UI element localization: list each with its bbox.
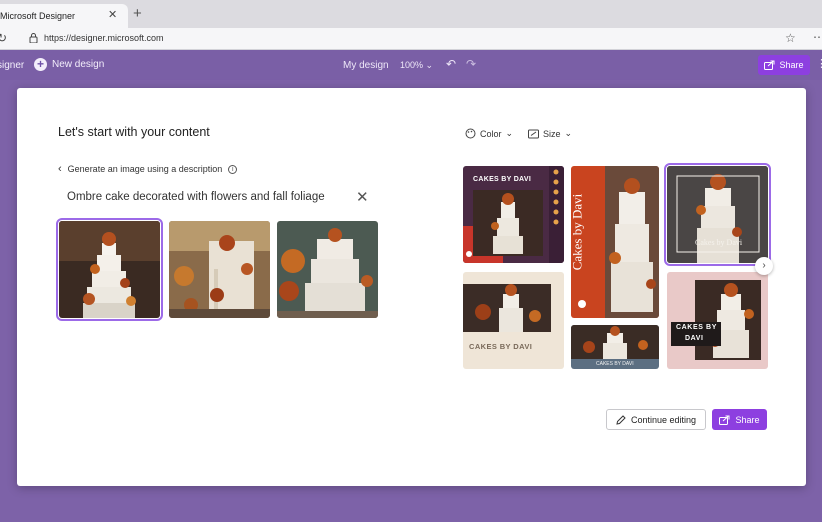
size-icon — [528, 129, 539, 138]
design-card-4-text: CAKES BY DAVI — [469, 342, 533, 351]
share-button[interactable]: Share — [712, 409, 767, 430]
new-tab-button[interactable]: + — [133, 6, 142, 22]
design-card-4[interactable]: CAKES BY DAVI — [463, 272, 564, 369]
pencil-icon — [616, 414, 626, 425]
color-filter[interactable]: Color ⌄ — [465, 128, 513, 139]
lock-icon — [29, 33, 38, 43]
url-field[interactable]: https://designer.microsoft.com — [44, 33, 164, 43]
dialog-title: Let's start with your content — [58, 125, 210, 139]
next-designs-button[interactable]: › — [755, 257, 773, 275]
design-card-6[interactable]: CAKES BY DAVI — [667, 272, 768, 369]
palette-icon — [465, 128, 476, 139]
document-name[interactable]: My design — [343, 60, 389, 71]
header-share-label: Share — [779, 60, 804, 70]
design-card-5[interactable]: CAKES BY DAVI — [571, 325, 659, 369]
chevron-down-icon: ⌄ — [505, 128, 514, 138]
header-share-button[interactable]: Share — [758, 55, 810, 75]
design-card-2-text: Cakes by Davi — [571, 193, 585, 271]
close-tab-icon[interactable]: ✕ — [108, 8, 117, 21]
size-filter-label: Size — [543, 128, 561, 139]
design-card-3[interactable]: Cakes by Davi — [664, 163, 771, 266]
plus-icon: + — [34, 58, 47, 71]
generated-image-1[interactable] — [56, 218, 163, 321]
size-filter[interactable]: Size ⌄ — [528, 128, 572, 139]
zoom-value: 100% — [400, 60, 424, 70]
browser-menu-icon[interactable]: ⋯ — [813, 30, 822, 44]
continue-editing-button[interactable]: Continue editing — [606, 409, 706, 430]
new-design-button[interactable]: + New design — [34, 58, 104, 71]
clear-prompt-icon[interactable]: ✕ — [356, 188, 369, 206]
design-card-6-text-2: DAVI — [685, 335, 704, 342]
chevron-left-icon: ‹ — [58, 163, 62, 175]
refresh-icon[interactable]: ↻ — [0, 31, 7, 45]
continue-editing-label: Continue editing — [630, 414, 697, 425]
address-bar: ↻ https://designer.microsoft.com ☆ ⋯ — [0, 28, 822, 50]
generated-image-2[interactable] — [169, 221, 270, 318]
redo-icon[interactable]: ↷ — [466, 57, 476, 71]
share-icon — [764, 60, 775, 70]
browser-tab-bar: Microsoft Designer ✕ + — [0, 0, 822, 28]
browser-tab[interactable]: Microsoft Designer ✕ — [0, 4, 128, 28]
undo-icon[interactable]: ↶ — [446, 57, 456, 71]
generated-image-3[interactable] — [277, 221, 378, 318]
app-header: signer + New design My design 100% ⌄ ↶ ↷… — [0, 50, 822, 80]
design-card-2[interactable]: Cakes by Davi — [571, 166, 659, 318]
prompt-input[interactable]: Ombre cake decorated with flowers and fa… — [67, 191, 325, 203]
chevron-down-icon: ⌄ — [564, 128, 573, 138]
info-icon[interactable]: i — [228, 164, 238, 174]
design-card-3-text: Cakes by Davi — [695, 238, 743, 247]
generate-image-link[interactable]: ‹ Generate an image using a description … — [58, 163, 238, 175]
color-filter-label: Color — [480, 128, 502, 139]
design-card-6-text-1: CAKES BY — [676, 324, 717, 331]
share-icon — [719, 415, 730, 425]
design-card-1-text: CAKES BY DAVI — [473, 176, 532, 183]
design-card-1[interactable]: CAKES BY DAVI — [463, 166, 564, 263]
content-dialog: Let's start with your content ‹ Generate… — [17, 88, 806, 486]
favorite-icon[interactable]: ☆ — [785, 31, 796, 45]
design-card-5-text: CAKES BY DAVI — [596, 361, 634, 367]
generate-image-label: Generate an image using a description — [67, 164, 223, 174]
share-label: Share — [735, 414, 760, 425]
more-icon[interactable]: ⋮ — [816, 57, 822, 70]
zoom-selector[interactable]: 100% ⌄ — [400, 60, 433, 71]
new-design-label: New design — [52, 59, 105, 70]
tab-title: Microsoft Designer — [0, 11, 76, 21]
app-name: signer — [0, 60, 25, 71]
